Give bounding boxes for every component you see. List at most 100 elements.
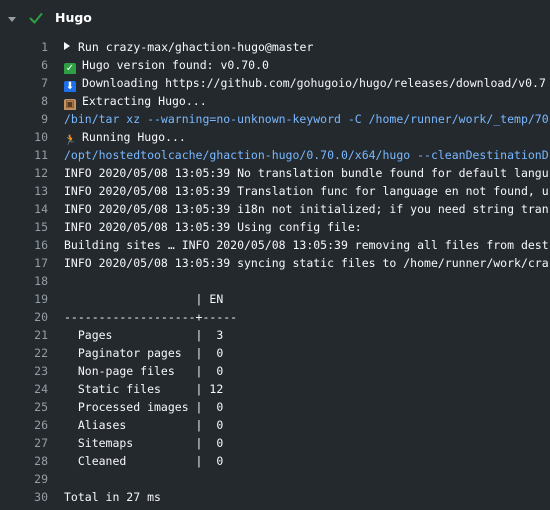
- line-number[interactable]: 25: [0, 398, 48, 416]
- log-line: 6 ✓ Hugo version found: v0.70.0: [0, 56, 550, 74]
- line-number[interactable]: 1: [0, 38, 48, 56]
- log-line: 13 INFO 2020/05/08 13:05:39 Translation f…: [0, 182, 550, 200]
- log-line: 7 ⬇ Downloading https://github.com/gohugoi…: [0, 74, 550, 92]
- line-number[interactable]: 10: [0, 128, 48, 146]
- chevron-down-icon[interactable]: [6, 13, 18, 25]
- log-line: 17 INFO 2020/05/08 13:05:39 syncing stati…: [0, 254, 550, 272]
- log-text: Building sites … INFO 2020/05/08 13:05:3…: [64, 236, 549, 254]
- log-text: ✓ Hugo version found: v0.70.0: [64, 56, 269, 74]
- log-line-content: INFO 2020/05/08 13:05:39 syncing static …: [64, 256, 549, 270]
- log-line-content: INFO 2020/05/08 13:05:39 No translation …: [64, 166, 549, 180]
- log-line-content: Sitemaps | 0: [64, 436, 224, 450]
- log-line-content: Running Hugo...: [82, 130, 186, 144]
- log-line: 15 INFO 2020/05/08 13:05:39 Using config …: [0, 218, 550, 236]
- log-text: INFO 2020/05/08 13:05:39 i18n not initia…: [64, 200, 549, 218]
- log-line: 14 INFO 2020/05/08 13:05:39 i18n not init…: [0, 200, 550, 218]
- log-line-content: Run crazy-max/ghaction-hugo@master: [78, 40, 314, 54]
- log-text: | EN: [64, 290, 224, 308]
- line-number[interactable]: 11: [0, 146, 48, 164]
- log-line: 19 | EN: [0, 290, 550, 308]
- log-text: Run crazy-max/ghaction-hugo@master: [64, 38, 313, 56]
- log-line-content: -------------------+-----: [64, 310, 238, 324]
- log-line: 24 Static files | 12: [0, 380, 550, 398]
- log-line-content: /bin/tar xz --warning=no-unknown-keyword…: [64, 112, 549, 126]
- log-text: INFO 2020/05/08 13:05:39 syncing static …: [64, 254, 549, 272]
- log-text: 🏃 Running Hugo...: [64, 128, 186, 146]
- log-line: 16 Building sites … INFO 2020/05/08 13:05…: [0, 236, 550, 254]
- log-line: 20 -------------------+-----: [0, 308, 550, 326]
- line-number[interactable]: 7: [0, 74, 48, 92]
- log-line-content: INFO 2020/05/08 13:05:39 i18n not initia…: [64, 202, 549, 216]
- log-command: /opt/hostedtoolcache/ghaction-hugo/0.70.…: [64, 146, 549, 164]
- log-text: Paginator pages | 0: [64, 344, 223, 362]
- log-text: Aliases | 0: [64, 416, 223, 434]
- log-line: 29: [0, 470, 550, 488]
- line-number[interactable]: 6: [0, 56, 48, 74]
- line-number[interactable]: 30: [0, 488, 48, 506]
- line-number[interactable]: 28: [0, 452, 48, 470]
- log-line-content: /opt/hostedtoolcache/ghaction-hugo/0.70.…: [64, 148, 549, 162]
- line-number[interactable]: 13: [0, 182, 48, 200]
- log-line-content: Non-page files | 0: [64, 364, 224, 378]
- person-running-icon: 🏃: [64, 135, 77, 146]
- log-line-content: Paginator pages | 0: [64, 346, 224, 360]
- log-text: ⬇ Downloading https://github.com/gohugoio…: [64, 74, 546, 92]
- line-number[interactable]: 16: [0, 236, 48, 254]
- triangle-right-icon[interactable]: [64, 42, 70, 50]
- line-number[interactable]: 27: [0, 434, 48, 452]
- log-line-content: Cleaned | 0: [64, 454, 224, 468]
- step-title: Hugo: [55, 10, 92, 25]
- log-line: 11/opt/hostedtoolcache/ghaction-hugo/0.7…: [0, 146, 550, 164]
- line-number[interactable]: 21: [0, 326, 48, 344]
- log-line: 12 INFO 2020/05/08 13:05:39 No translatio…: [0, 164, 550, 182]
- line-number[interactable]: 19: [0, 290, 48, 308]
- log-line-content: Building sites … INFO 2020/05/08 13:05:3…: [64, 238, 549, 252]
- log-text: Non-page files | 0: [64, 362, 223, 380]
- log-line: 9/bin/tar xz --warning=no-unknown-keywor…: [0, 110, 550, 128]
- log-text: INFO 2020/05/08 13:05:39 Translation fun…: [64, 182, 549, 200]
- log-text: Sitemaps | 0: [64, 434, 223, 452]
- log-line-content: Aliases | 0: [64, 418, 224, 432]
- log-command: /bin/tar xz --warning=no-unknown-keyword…: [64, 110, 549, 128]
- log-line: 23 Non-page files | 0: [0, 362, 550, 380]
- log-text: Cleaned | 0: [64, 452, 223, 470]
- line-number[interactable]: 22: [0, 344, 48, 362]
- line-number[interactable]: 20: [0, 308, 48, 326]
- log-line-content: Downloading https://github.com/gohugoio/…: [82, 76, 546, 90]
- log-line: 28 Cleaned | 0: [0, 452, 550, 470]
- log-line-content: Total in 27 ms: [64, 490, 161, 504]
- line-number[interactable]: 8: [0, 92, 48, 110]
- check-mark-button-icon: ✓: [64, 63, 76, 74]
- log-text: Total in 27 ms: [64, 488, 161, 506]
- line-number[interactable]: 14: [0, 200, 48, 218]
- line-number[interactable]: 18: [0, 272, 48, 290]
- line-number[interactable]: 26: [0, 416, 48, 434]
- log-output: 1 Run crazy-max/ghaction-hugo@master 6 ✓ Hug…: [0, 38, 550, 506]
- log-text: ▣ Extracting Hugo...: [64, 92, 207, 110]
- log-line: 26 Aliases | 0: [0, 416, 550, 434]
- line-number[interactable]: 23: [0, 362, 48, 380]
- line-number[interactable]: 15: [0, 218, 48, 236]
- check-icon: [29, 13, 43, 24]
- line-number[interactable]: 24: [0, 380, 48, 398]
- log-text: Static files | 12: [64, 380, 223, 398]
- log-line: 22 Paginator pages | 0: [0, 344, 550, 362]
- log-line-content: Hugo version found: v0.70.0: [82, 58, 269, 72]
- step-header[interactable]: Hugo: [0, 0, 550, 36]
- line-number[interactable]: 9: [0, 110, 48, 128]
- log-line-content: Static files | 12: [64, 382, 224, 396]
- package-icon: ▣: [64, 99, 76, 110]
- log-line: 1 Run crazy-max/ghaction-hugo@master: [0, 38, 550, 56]
- log-text: Pages | 3: [64, 326, 223, 344]
- log-text: -------------------+-----: [64, 308, 237, 326]
- log-line: 25 Processed images | 0: [0, 398, 550, 416]
- log-text: Processed images | 0: [64, 398, 223, 416]
- line-number[interactable]: 17: [0, 254, 48, 272]
- log-text: INFO 2020/05/08 13:05:39 Using config fi…: [64, 218, 362, 236]
- log-line-content: INFO 2020/05/08 13:05:39 Using config fi…: [64, 220, 362, 234]
- log-line-content: | EN: [64, 292, 224, 306]
- log-line: 8 ▣ Extracting Hugo...: [0, 92, 550, 110]
- line-number[interactable]: 29: [0, 470, 48, 488]
- log-line: 27 Sitemaps | 0: [0, 434, 550, 452]
- line-number[interactable]: 12: [0, 164, 48, 182]
